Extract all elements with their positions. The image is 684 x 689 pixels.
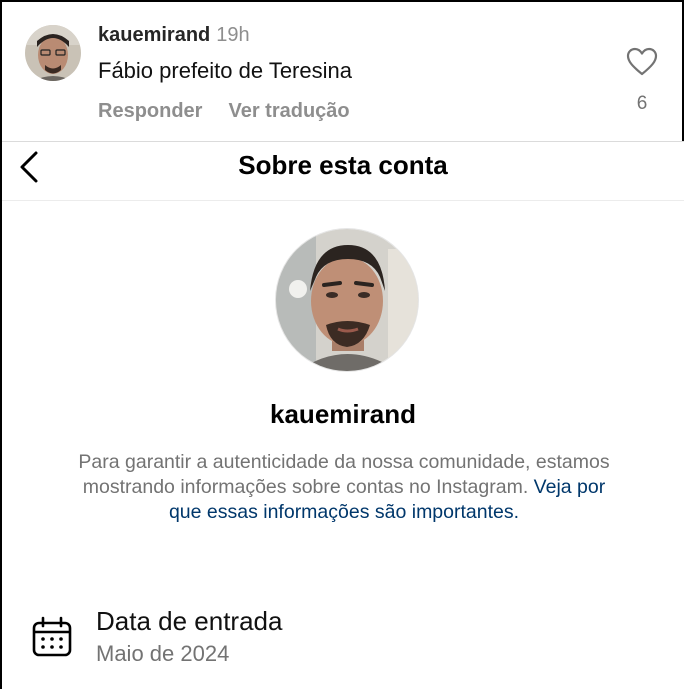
- authenticity-notice: Para garantir a autenticidade da nossa c…: [72, 450, 616, 525]
- comment-username[interactable]: kauemirand: [98, 24, 210, 46]
- see-translation-button[interactable]: Ver tradução: [228, 100, 349, 122]
- calendar-icon: [30, 615, 74, 659]
- comment-timestamp: 19h: [216, 24, 250, 46]
- page-title: Sobre esta conta: [238, 150, 448, 180]
- comment-header: kauemirand 19h: [98, 24, 250, 47]
- join-date-label: Data de entrada: [96, 606, 283, 636]
- comment-actions: Responder Ver tradução: [98, 100, 376, 123]
- profile-avatar: [276, 229, 418, 371]
- reply-button[interactable]: Responder: [98, 100, 202, 122]
- comment-avatar[interactable]: [25, 25, 81, 81]
- page-header: Sobre esta conta: [2, 141, 684, 201]
- profile-username: kauemirand: [270, 399, 416, 429]
- like-count: 6: [636, 93, 648, 114]
- about-account-page: Sobre esta conta kauemirand Para garanti…: [0, 141, 684, 689]
- comment-card: kauemirand 19h Fábio prefeito de Teresina…: [0, 0, 684, 141]
- heart-outline-icon[interactable]: [626, 47, 658, 77]
- comment-text: Fábio prefeito de Teresina: [98, 58, 352, 83]
- authenticity-text: Para garantir a autenticidade da nossa c…: [78, 451, 610, 498]
- join-date-value: Maio de 2024: [96, 641, 230, 666]
